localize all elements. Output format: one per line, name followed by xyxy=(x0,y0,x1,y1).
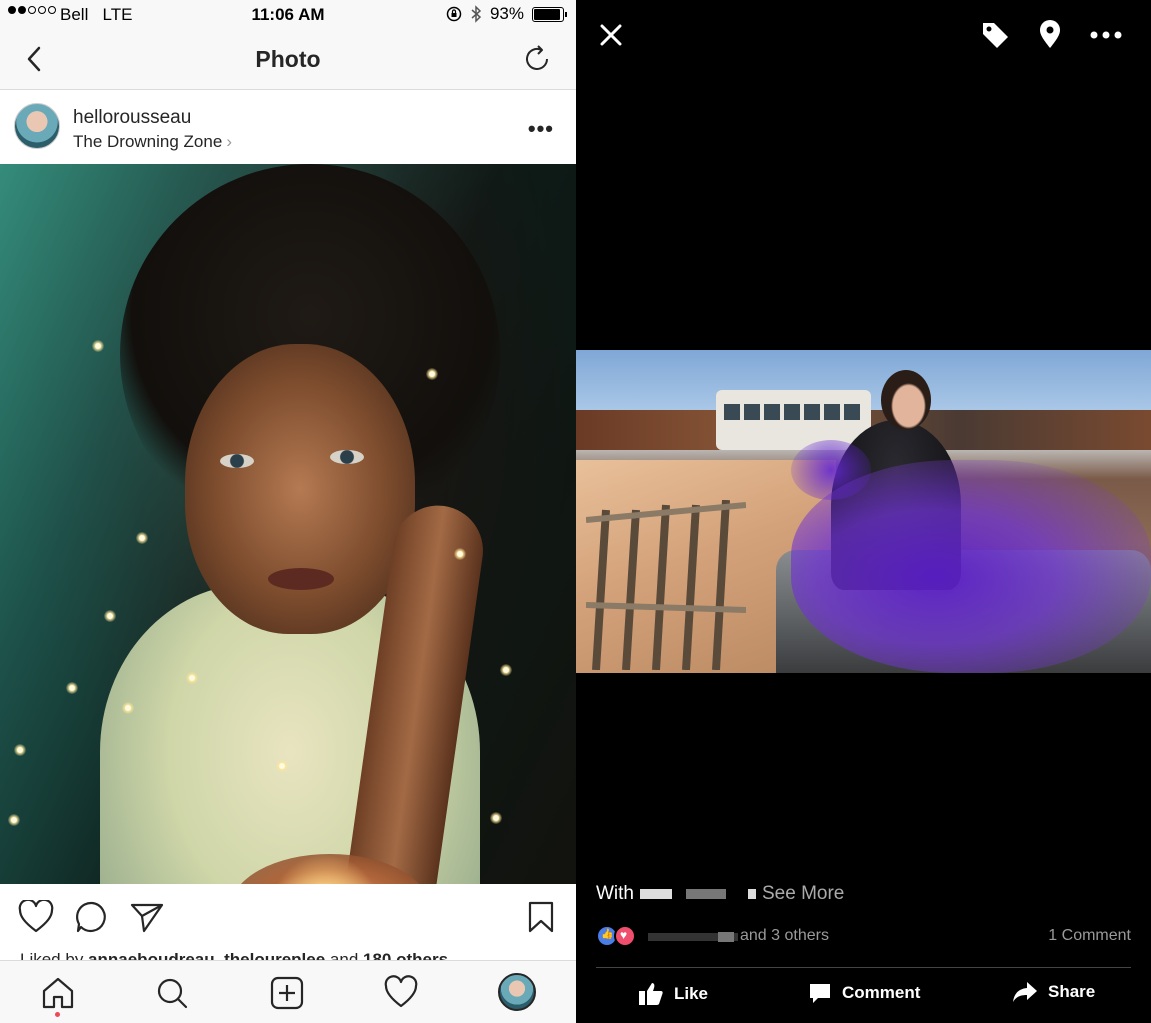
post-username[interactable]: hellorousseau xyxy=(73,107,191,129)
reactions-count[interactable]: and 3 others xyxy=(740,927,829,945)
comments-count[interactable]: 1 Comment xyxy=(1048,927,1131,945)
profile-avatar-tab[interactable] xyxy=(498,973,536,1011)
status-bar: Bell LTE 11:06 AM 93% xyxy=(0,0,576,30)
redacted-name xyxy=(748,889,756,899)
facebook-photo-viewer: With See More and 3 others 1 Comment Lik… xyxy=(576,0,1151,1023)
share-paper-plane-icon[interactable] xyxy=(129,900,165,934)
more-options-icon[interactable] xyxy=(1090,30,1122,40)
redacted-name xyxy=(718,932,734,942)
orientation-lock-icon xyxy=(446,6,462,22)
comment-bubble-icon[interactable] xyxy=(75,900,109,934)
search-icon[interactable] xyxy=(154,975,190,1011)
bookmark-icon[interactable] xyxy=(527,900,555,934)
tab-bar xyxy=(0,960,576,1023)
notification-dot xyxy=(55,1012,60,1017)
home-icon[interactable] xyxy=(40,975,76,1011)
share-arrow-icon xyxy=(1013,982,1037,1002)
activity-heart-icon[interactable] xyxy=(383,975,419,1011)
redacted-name xyxy=(640,889,672,899)
see-more-link[interactable]: See More xyxy=(762,883,844,905)
like-button[interactable]: Like xyxy=(638,981,708,1007)
more-options-icon[interactable]: ••• xyxy=(528,116,554,142)
instagram-screen: Bell LTE 11:06 AM 93% Photo helloroussea… xyxy=(0,0,576,1023)
share-button[interactable]: Share xyxy=(1012,981,1095,1003)
viewer-photo[interactable] xyxy=(576,350,1151,673)
love-reaction-icon xyxy=(614,925,636,947)
redacted-name xyxy=(686,889,726,899)
page-title: Photo xyxy=(255,46,321,72)
fb-action-bar: Like Comment Share xyxy=(576,975,1151,1015)
post-location[interactable]: The Drowning Zone › xyxy=(73,132,232,152)
post-photo[interactable] xyxy=(0,164,576,884)
post-header: hellorousseau The Drowning Zone › ••• xyxy=(0,90,576,164)
reactions-row[interactable]: and 3 others 1 Comment xyxy=(596,925,1131,949)
avatar[interactable] xyxy=(14,103,60,149)
thumbs-up-icon xyxy=(639,983,663,1005)
comment-button[interactable]: Comment xyxy=(808,981,920,1005)
chevron-right-icon: › xyxy=(226,132,232,151)
bluetooth-icon xyxy=(471,5,482,23)
close-icon[interactable] xyxy=(600,24,622,46)
post-actions xyxy=(0,884,576,954)
tagged-people: With See More xyxy=(596,883,845,905)
like-heart-icon[interactable] xyxy=(18,900,54,934)
battery-percent: 93% xyxy=(489,4,524,23)
add-post-icon[interactable] xyxy=(269,975,305,1011)
battery-icon xyxy=(532,6,567,22)
nav-bar: Photo xyxy=(0,30,576,90)
refresh-icon[interactable] xyxy=(522,44,552,74)
divider xyxy=(596,967,1131,968)
comment-icon xyxy=(810,984,830,1003)
location-pin-icon[interactable] xyxy=(1038,20,1062,50)
tag-icon[interactable] xyxy=(980,20,1010,50)
